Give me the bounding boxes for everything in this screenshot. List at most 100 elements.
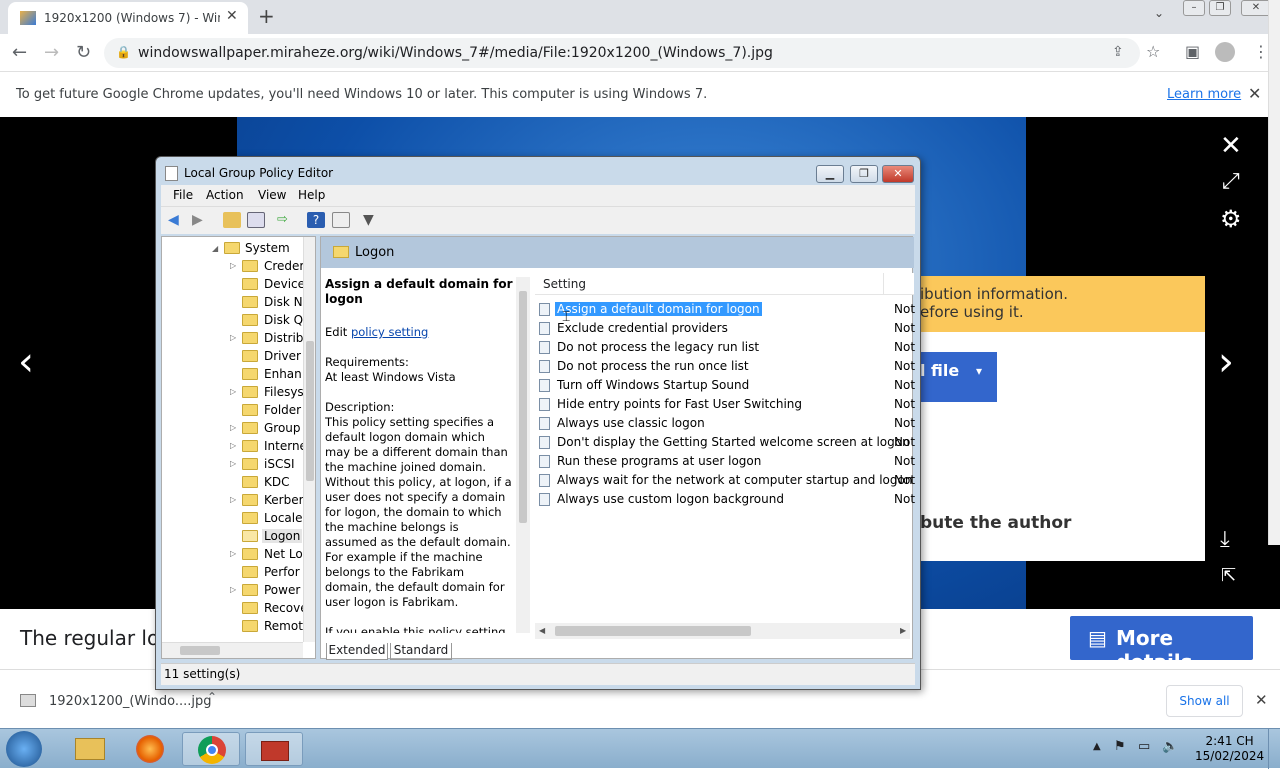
menu-help[interactable]: Help — [298, 188, 325, 202]
download-filename[interactable]: 1920x1200_(Windo....jpg — [49, 694, 211, 709]
setting-row[interactable]: Exclude credential providers Not — [535, 319, 915, 338]
tree-node[interactable]: Filesys — [264, 385, 304, 399]
expand-arrow-icon[interactable]: ▷ — [230, 333, 236, 342]
tree-node-selected[interactable]: Logon — [262, 529, 303, 543]
infobar-close-icon[interactable]: ✕ — [1248, 84, 1261, 103]
tree-node[interactable]: Enhan — [264, 367, 302, 381]
tree-node[interactable]: Recove — [264, 601, 308, 615]
volume-icon[interactable]: 🔈 — [1162, 739, 1178, 754]
expand-arrow-icon[interactable]: ▷ — [230, 261, 236, 270]
setting-row[interactable]: Always use custom logon background Not — [535, 490, 915, 509]
column-divider[interactable] — [883, 273, 884, 295]
share-icon[interactable]: ⇪ — [1112, 44, 1124, 60]
policy-setting-link[interactable]: policy setting — [351, 325, 428, 339]
browser-tab[interactable]: 1920x1200 (Windows 7) - Windo ✕ — [8, 2, 248, 34]
filter-icon[interactable]: ▼ — [363, 212, 381, 228]
restore-button[interactable]: ❐ — [1209, 0, 1231, 16]
menu-file[interactable]: File — [173, 188, 193, 202]
close-shelf-icon[interactable]: ✕ — [1255, 691, 1268, 709]
description-scrollbar[interactable] — [516, 277, 530, 633]
tree-node[interactable]: Locale — [264, 511, 302, 525]
explorer-taskbar-icon[interactable] — [61, 732, 119, 766]
tree-node[interactable]: KDC — [264, 475, 290, 489]
tree-node[interactable]: Creder — [264, 259, 304, 273]
tree-node[interactable]: iSCSI — [264, 457, 295, 471]
previous-arrow-icon[interactable]: ‹ — [18, 339, 34, 385]
tree-node[interactable]: Net Lo — [264, 547, 303, 561]
action-center-flag-icon[interactable]: ⚑ — [1114, 739, 1126, 754]
reload-icon[interactable]: ↻ — [76, 42, 91, 63]
menu-action[interactable]: Action — [206, 188, 244, 202]
setting-row[interactable]: Turn off Windows Startup Sound Not — [535, 376, 915, 395]
show-all-button[interactable]: Show all — [1166, 685, 1243, 717]
gpe-close-button[interactable]: ✕ — [882, 165, 914, 183]
tree-node[interactable]: Perfor — [264, 565, 300, 579]
expand-arrow-icon[interactable]: ▷ — [230, 459, 236, 468]
expand-arrow-icon[interactable]: ▷ — [230, 387, 236, 396]
settings-gear-icon[interactable]: ⚙ — [1220, 205, 1242, 233]
show-desktop-button[interactable] — [1268, 729, 1280, 769]
expand-arrow-icon[interactable]: ▷ — [230, 423, 236, 432]
next-arrow-icon[interactable]: › — [1218, 339, 1234, 385]
new-tab-button[interactable]: + — [258, 4, 275, 28]
tree-node[interactable]: Disk N — [264, 295, 303, 309]
tree-vertical-scrollbar[interactable] — [303, 237, 315, 642]
scroll-left-icon[interactable]: ◀ — [539, 626, 545, 635]
learn-more-link[interactable]: Learn more — [1167, 87, 1241, 102]
address-bar[interactable]: 🔒 windowswallpaper.miraheze.org/wiki/Win… — [104, 38, 1140, 68]
show-hide-tree-icon[interactable] — [247, 212, 265, 228]
start-button[interactable] — [6, 731, 42, 767]
tree-node[interactable]: Power — [264, 583, 300, 597]
more-details-button[interactable]: ▤ More details — [1070, 616, 1253, 674]
expand-arrow-icon[interactable]: ▷ — [230, 549, 236, 558]
tree-node[interactable]: Remot — [264, 619, 303, 633]
gpe-minimize-button[interactable]: ▁ — [816, 165, 844, 183]
firefox-taskbar-icon[interactable] — [121, 732, 179, 766]
tray-overflow-icon[interactable]: ▲ — [1093, 741, 1101, 752]
settings-horizontal-scrollbar[interactable]: ◀ ▶ — [535, 623, 910, 639]
help-icon[interactable]: ? — [307, 212, 325, 228]
scroll-right-icon[interactable]: ▶ — [900, 626, 906, 635]
tree-node[interactable]: Distrib — [264, 331, 303, 345]
close-tab-icon[interactable]: ✕ — [226, 8, 238, 24]
export-list-icon[interactable]: ⇨ — [277, 212, 295, 228]
expand-arrow-icon[interactable]: ▷ — [230, 495, 236, 504]
close-window-button[interactable]: ✕ — [1241, 0, 1271, 16]
tab-extended[interactable]: Extended — [326, 643, 388, 660]
setting-row[interactable]: Hide entry points for Fast User Switchin… — [535, 395, 915, 414]
setting-row[interactable]: Always use classic logon Not — [535, 414, 915, 433]
expand-arrow-icon[interactable]: ▷ — [230, 585, 236, 594]
tree-node[interactable]: Driver — [264, 349, 301, 363]
setting-row[interactable]: Run these programs at user logon Not — [535, 452, 915, 471]
tab-search-icon[interactable]: ⌄ — [1154, 6, 1164, 20]
settings-column-header[interactable]: Setting — [535, 273, 914, 295]
chevron-up-icon[interactable]: ⌃ — [207, 690, 217, 704]
menu-view[interactable]: View — [258, 188, 286, 202]
profile-avatar[interactable] — [1215, 42, 1235, 62]
expand-arrow-icon[interactable]: ▷ — [230, 441, 236, 450]
taskbar-clock[interactable]: 2:41 CH 15/02/2024 — [1195, 734, 1264, 764]
lock-icon[interactable]: 🔒 — [116, 45, 131, 59]
tree-node[interactable]: Device — [264, 277, 305, 291]
bookmark-star-icon[interactable]: ☆ — [1146, 42, 1160, 61]
fullscreen-icon[interactable]: ⤢ — [1222, 169, 1240, 194]
toolbox-taskbar-icon[interactable] — [245, 732, 303, 766]
back-arrow-icon[interactable]: ◀ — [168, 212, 186, 228]
gpe-maximize-button[interactable]: ❐ — [850, 165, 878, 183]
tree-node[interactable]: Kerber — [264, 493, 304, 507]
page-scrollbar[interactable] — [1268, 0, 1280, 545]
setting-row[interactable]: Do not process the legacy run list Not — [535, 338, 915, 357]
side-panel-icon[interactable]: ▣ — [1185, 42, 1200, 61]
close-viewer-icon[interactable]: ✕ — [1220, 131, 1242, 161]
download-icon[interactable]: ⤓ — [1220, 527, 1230, 552]
forward-arrow-icon[interactable]: ▶ — [192, 212, 210, 228]
download-file-button[interactable]: l file ▾ — [920, 352, 997, 402]
tree-horizontal-scrollbar[interactable] — [162, 642, 303, 658]
tab-standard[interactable]: Standard — [390, 643, 452, 660]
properties-icon[interactable] — [332, 212, 350, 228]
minimize-button[interactable]: – — [1183, 0, 1205, 16]
menu-kebab-icon[interactable]: ⋮ — [1253, 42, 1269, 61]
scroll-thumb[interactable] — [555, 626, 751, 636]
up-folder-icon[interactable] — [223, 212, 241, 228]
share-out-icon[interactable]: ⇱ — [1221, 565, 1236, 586]
